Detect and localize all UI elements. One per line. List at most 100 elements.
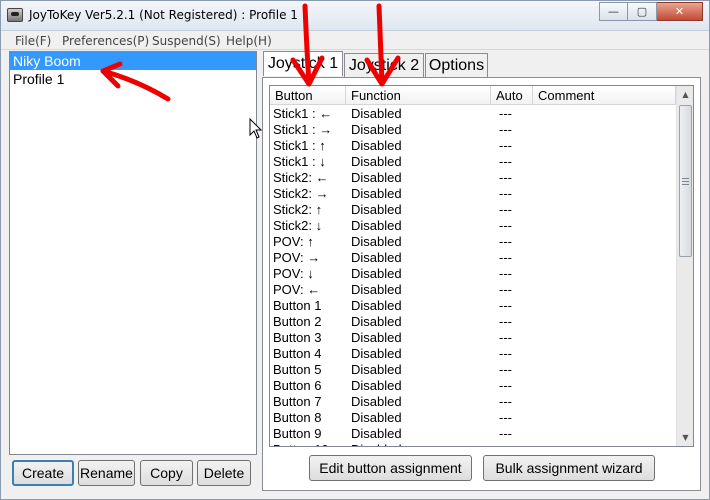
profile-item-profile-1[interactable]: Profile 1 (10, 70, 256, 88)
scroll-up-arrow-icon[interactable]: ▲ (677, 86, 693, 103)
cell-function: Disabled (351, 154, 402, 169)
table-row[interactable]: Stick1 : ← Disabled --- (270, 106, 676, 122)
table-row[interactable]: Button 10 Disabled --- (270, 442, 676, 446)
table-row[interactable]: Button 6 Disabled --- (270, 378, 676, 394)
cell-auto: --- (499, 298, 512, 313)
table-row[interactable]: POV: ↑ Disabled --- (270, 234, 676, 250)
table-row[interactable]: POV: ← Disabled --- (270, 282, 676, 298)
title-bar[interactable]: JoyToKey Ver5.2.1 (Not Registered) : Pro… (1, 1, 709, 31)
column-header-function[interactable]: Function (346, 86, 491, 105)
cell-function: Disabled (351, 234, 402, 249)
cell-button: Button 2 (273, 314, 322, 329)
menu-preferences[interactable]: Preferences(P) (62, 34, 149, 48)
column-header-comment[interactable]: Comment (533, 86, 676, 105)
assignment-list[interactable]: Button Function Auto Comment Stick1 : ← D… (269, 85, 694, 447)
edit-button-assignment-button[interactable]: Edit button assignment (309, 455, 472, 481)
table-row[interactable]: Stick2: ↓ Disabled --- (270, 218, 676, 234)
copy-profile-button[interactable]: Copy (140, 460, 193, 486)
window-title: JoyToKey Ver5.2.1 (Not Registered) : Pro… (29, 8, 298, 22)
cell-button: Stick2: → (273, 186, 329, 201)
joystick-app-icon (7, 8, 23, 22)
table-row[interactable]: Button 4 Disabled --- (270, 346, 676, 362)
cell-button: Stick1 : ↑ (273, 138, 326, 153)
rename-profile-button[interactable]: Rename (78, 460, 135, 486)
bulk-assignment-wizard-button[interactable]: Bulk assignment wizard (483, 455, 655, 481)
profile-list[interactable]: Niky Boom Profile 1 (9, 51, 257, 455)
cell-function: Disabled (351, 330, 402, 345)
table-row[interactable]: Stick2: → Disabled --- (270, 186, 676, 202)
tab-options[interactable]: Options (425, 53, 488, 77)
cell-button: Stick2: ↓ (273, 218, 323, 233)
cell-function: Disabled (351, 266, 402, 281)
cell-auto: --- (499, 394, 512, 409)
grip-icon (682, 177, 689, 185)
cell-function: Disabled (351, 106, 402, 121)
menu-bar: File(F) Preferences(P) Suspend(S) Help(H… (1, 32, 709, 50)
table-row[interactable]: Stick2: ↑ Disabled --- (270, 202, 676, 218)
column-header-button[interactable]: Button (270, 86, 346, 105)
cell-function: Disabled (351, 346, 402, 361)
cell-auto: --- (499, 426, 512, 441)
menu-help[interactable]: Help(H) (226, 34, 272, 48)
cell-function: Disabled (351, 186, 402, 201)
table-row[interactable]: Stick1 : → Disabled --- (270, 122, 676, 138)
delete-profile-button[interactable]: Delete (197, 460, 251, 486)
cell-button: Button 10 (273, 442, 329, 446)
vertical-scrollbar[interactable]: ▲ ▼ (676, 86, 693, 446)
maximize-button[interactable]: ▢ (628, 2, 657, 21)
cell-button: Button 3 (273, 330, 322, 345)
table-row[interactable]: Button 2 Disabled --- (270, 314, 676, 330)
cell-button: Stick2: ← (273, 170, 329, 185)
table-row[interactable]: POV: → Disabled --- (270, 250, 676, 266)
cell-auto: --- (499, 282, 512, 297)
table-row[interactable]: Stick1 : ↑ Disabled --- (270, 138, 676, 154)
table-row[interactable]: Button 7 Disabled --- (270, 394, 676, 410)
profile-item-niky-boom[interactable]: Niky Boom (10, 52, 256, 70)
scroll-thumb[interactable] (679, 105, 692, 257)
cell-function: Disabled (351, 250, 402, 265)
cell-button: POV: → (273, 250, 321, 265)
table-row[interactable]: Button 1 Disabled --- (270, 298, 676, 314)
column-header-auto[interactable]: Auto (491, 86, 533, 105)
cell-button: POV: ← (273, 282, 321, 297)
table-row[interactable]: POV: ↓ Disabled --- (270, 266, 676, 282)
table-row[interactable]: Button 5 Disabled --- (270, 362, 676, 378)
cell-button: Button 5 (273, 362, 322, 377)
cell-button: POV: ↑ (273, 234, 314, 249)
cell-function: Disabled (351, 298, 402, 313)
cell-function: Disabled (351, 410, 402, 425)
table-row[interactable]: Stick2: ← Disabled --- (270, 170, 676, 186)
tab-joystick-2[interactable]: Joystick 2 (344, 53, 424, 77)
table-row[interactable]: Stick1 : ↓ Disabled --- (270, 154, 676, 170)
app-window: JoyToKey Ver5.2.1 (Not Registered) : Pro… (0, 0, 710, 500)
menu-file[interactable]: File(F) (15, 34, 51, 48)
cell-function: Disabled (351, 282, 402, 297)
cell-button: Stick1 : ↓ (273, 154, 326, 169)
scroll-down-arrow-icon[interactable]: ▼ (677, 429, 693, 446)
cell-button: Stick1 : ← (273, 106, 333, 121)
menu-suspend[interactable]: Suspend(S) (152, 34, 221, 48)
table-row[interactable]: Button 3 Disabled --- (270, 330, 676, 346)
cell-auto: --- (499, 378, 512, 393)
cell-auto: --- (499, 202, 512, 217)
cell-auto: --- (499, 170, 512, 185)
cell-auto: --- (499, 138, 512, 153)
cell-auto: --- (499, 330, 512, 345)
close-button[interactable]: ✕ (657, 2, 703, 21)
table-row[interactable]: Button 8 Disabled --- (270, 410, 676, 426)
cell-function: Disabled (351, 314, 402, 329)
table-row[interactable]: Button 9 Disabled --- (270, 426, 676, 442)
tab-joystick-1[interactable]: Joystick 1 (263, 51, 343, 76)
cell-function: Disabled (351, 426, 402, 441)
cell-function: Disabled (351, 218, 402, 233)
cell-button: Stick2: ↑ (273, 202, 323, 217)
cell-auto: --- (499, 442, 512, 446)
cell-button: Button 9 (273, 426, 322, 441)
minimize-button[interactable]: — (599, 2, 628, 21)
cell-auto: --- (499, 250, 512, 265)
cell-button: Button 1 (273, 298, 322, 313)
cell-function: Disabled (351, 378, 402, 393)
caption-buttons: — ▢ ✕ (599, 2, 703, 21)
cell-function: Disabled (351, 138, 402, 153)
create-profile-button[interactable]: Create (12, 460, 74, 486)
